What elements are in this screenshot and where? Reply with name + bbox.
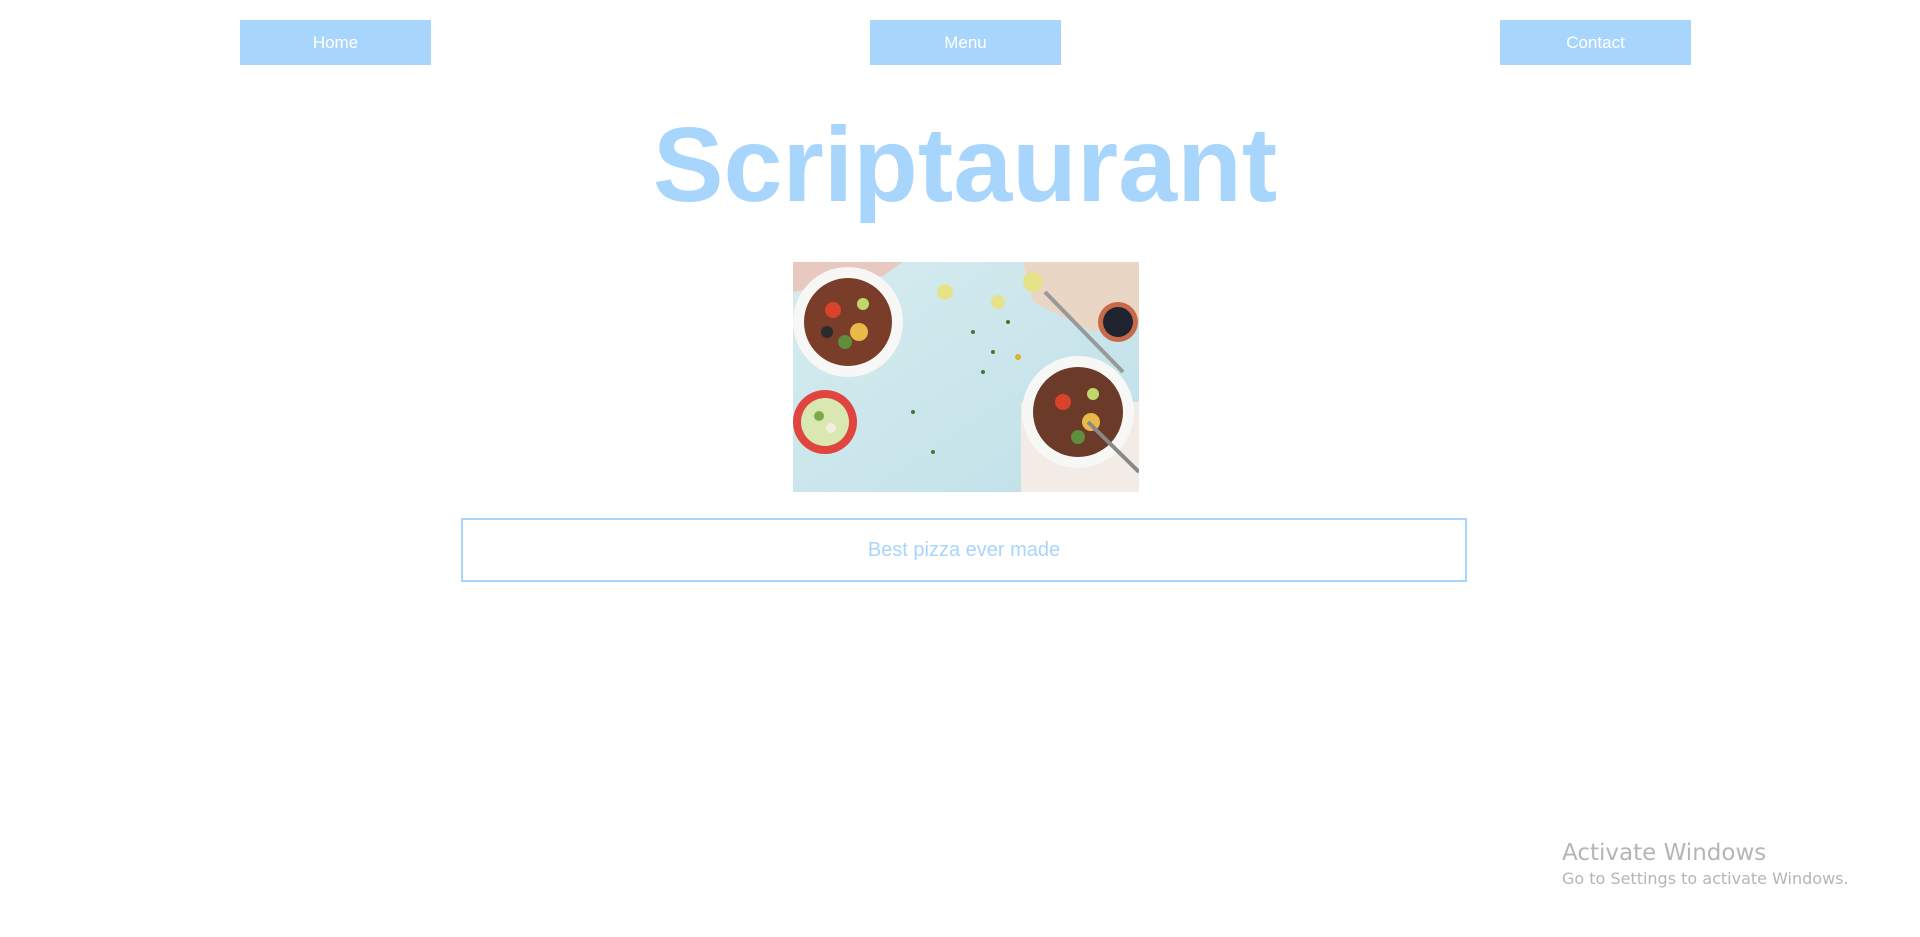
tagline-box: Best pizza ever made	[461, 518, 1467, 582]
activate-windows-title: Activate Windows	[1562, 840, 1767, 866]
site-title: Scriptaurant	[652, 106, 1278, 224]
nav-contact-label: Contact	[1566, 32, 1625, 52]
nav-menu-label: Menu	[944, 32, 987, 52]
activate-windows-subtitle: Go to Settings to activate Windows.	[1562, 869, 1849, 888]
activate-windows-watermark: Activate Windows Go to Settings to activ…	[1562, 838, 1849, 890]
page: Home Menu Contact Scriptaurant Best pizz…	[0, 0, 1920, 937]
tagline-text: Best pizza ever made	[867, 538, 1061, 561]
nav-contact-button[interactable]: Contact	[1500, 20, 1691, 65]
nav-home-button[interactable]: Home	[240, 20, 431, 65]
hero-food-image	[793, 262, 1139, 492]
nav-home-label: Home	[312, 32, 359, 52]
nav-menu-button[interactable]: Menu	[870, 20, 1061, 65]
